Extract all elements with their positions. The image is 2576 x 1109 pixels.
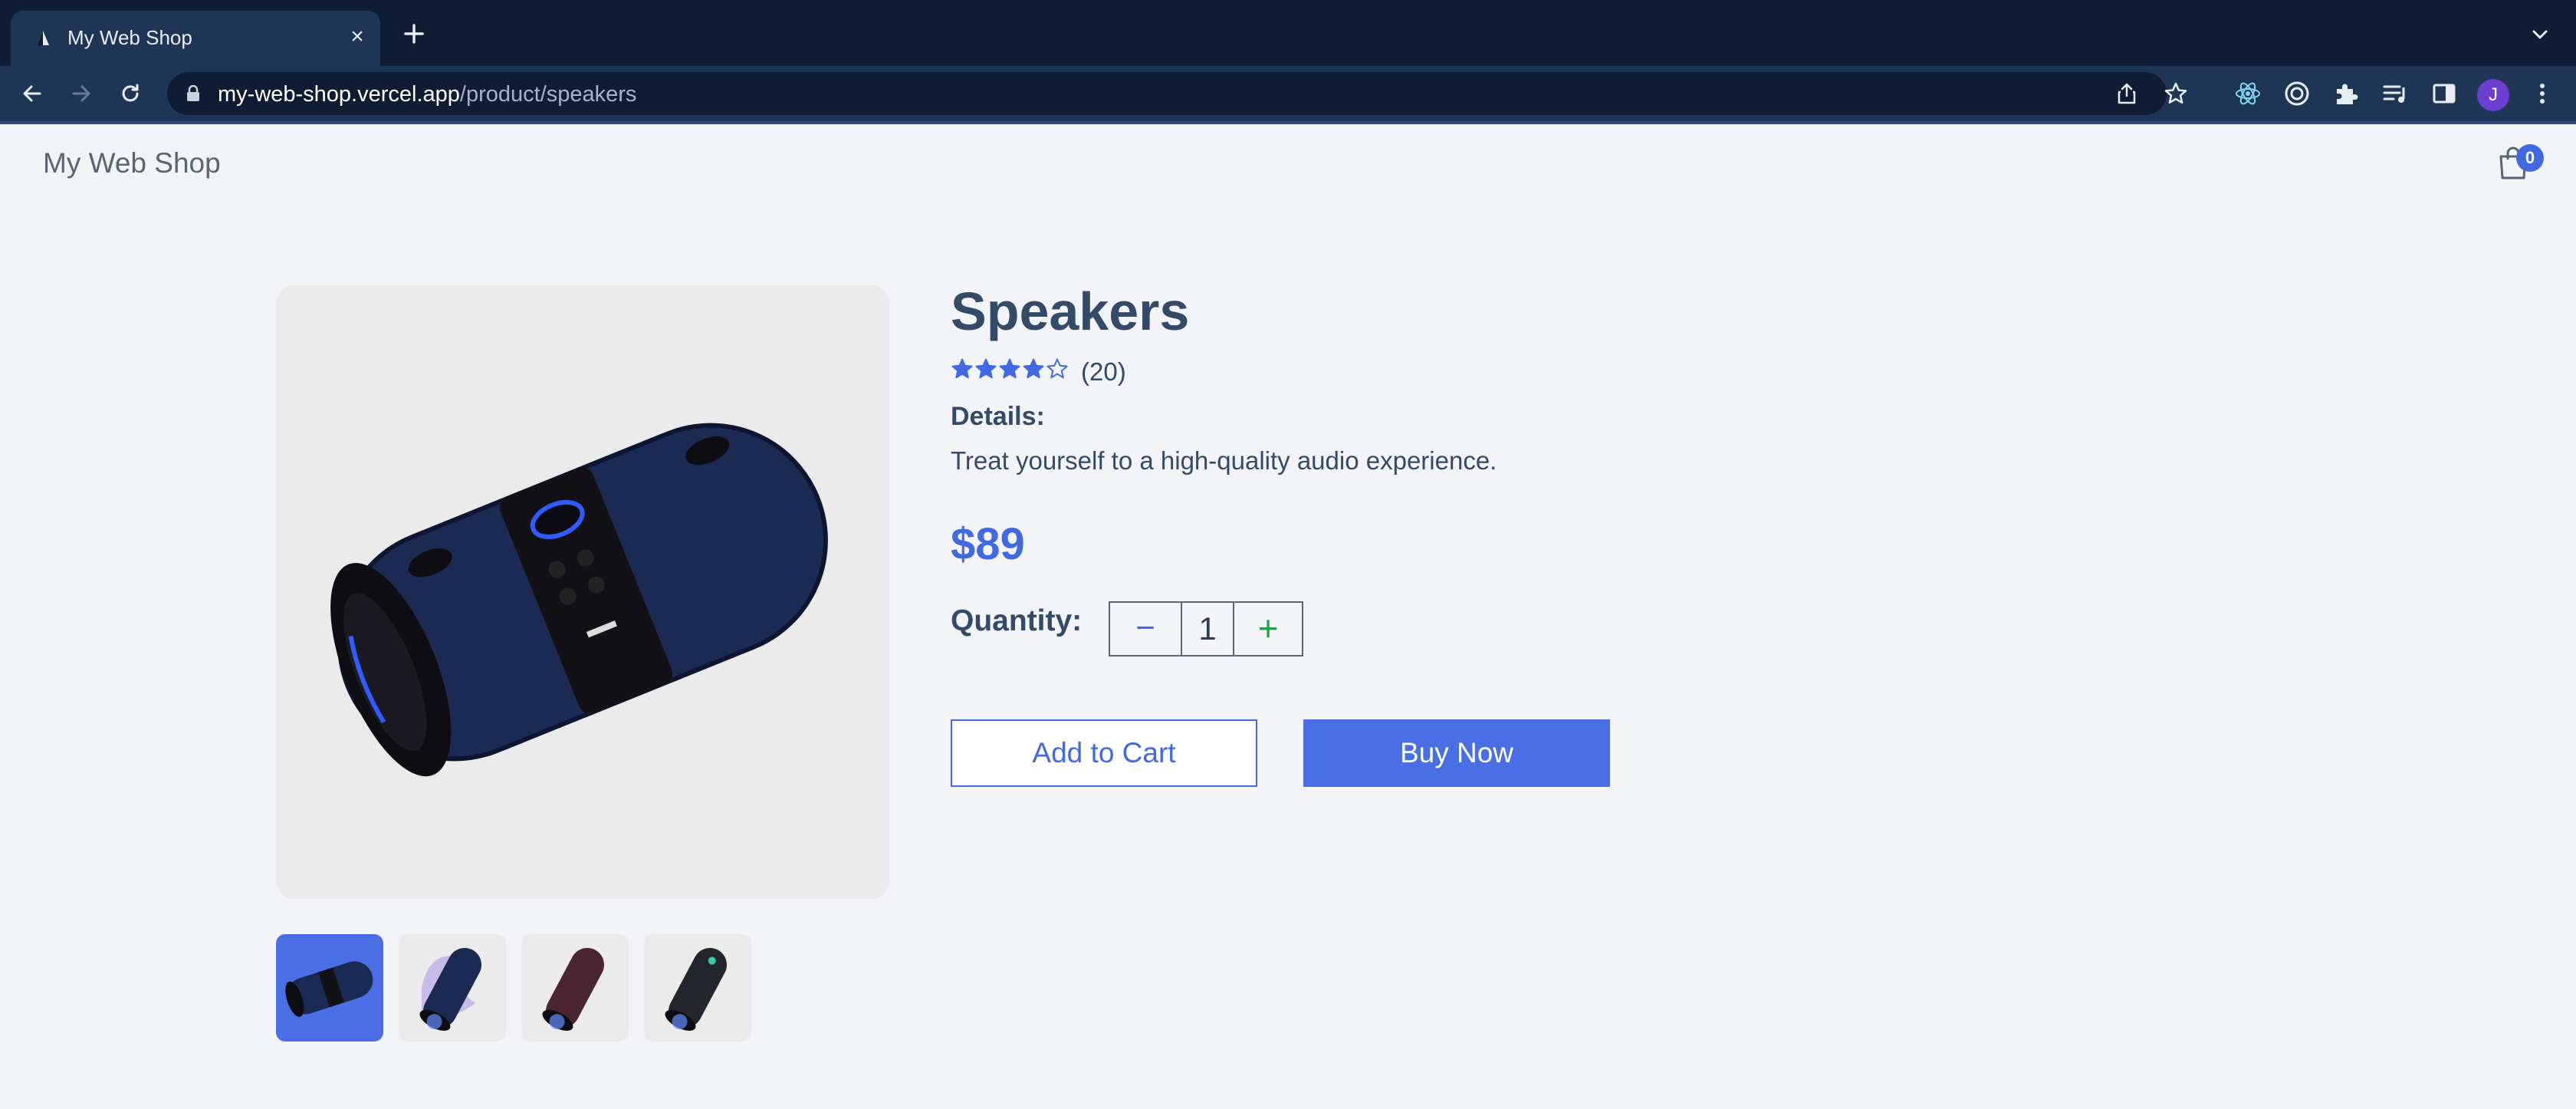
forward-arrow-icon[interactable] [67,80,95,107]
star-empty-icon [1046,358,1068,379]
share-icon[interactable] [2114,81,2139,106]
address-bar[interactable]: my-web-shop.vercel.app/product/speakers [167,72,2187,115]
reload-icon[interactable] [117,80,144,107]
url-path: /product/speakers [459,82,637,107]
rating-stars [951,357,1070,385]
product-description: Treat yourself to a high-quality audio e… [951,446,1497,475]
star-filled-icon [1023,358,1044,379]
bookmark-star-icon[interactable] [2164,81,2188,106]
back-arrow-icon[interactable] [18,80,46,107]
side-panel-icon[interactable] [2429,78,2459,109]
shop-logo-link[interactable]: My Web Shop [43,147,221,179]
thumbnail-3[interactable] [521,934,629,1042]
star-filled-icon [975,358,997,379]
speaker-thumbnail-image [285,961,373,1017]
decrease-quantity-button[interactable]: − [1110,603,1181,655]
react-devtools-icon[interactable] [2233,78,2263,109]
black-speaker-thumbnail-image [665,947,727,1031]
tab-title: My Web Shop [67,26,192,49]
increase-quantity-button[interactable]: + [1234,603,1302,655]
product-main-image [276,285,889,899]
extensions-puzzle-icon[interactable] [2331,78,2361,109]
details-label: Details: [951,402,1045,431]
cart-count-badge: 0 [2516,144,2544,172]
add-to-cart-button[interactable]: Add to Cart [951,719,1257,787]
product-price: $89 [951,519,1025,569]
url-text: my-web-shop.vercel.app/product/speakers [218,82,636,107]
speaker-illustration [330,423,828,777]
target-extension-icon[interactable] [2282,78,2312,109]
star-filled-icon [999,358,1020,379]
thumbnail-1[interactable] [276,934,383,1042]
shop-favicon-icon [37,31,49,45]
tab-close-icon[interactable]: × [345,25,370,49]
lock-icon [187,85,199,101]
chevron-down-icon[interactable] [2528,23,2551,46]
profile-avatar[interactable]: J [2477,79,2509,111]
quantity-label: Quantity: [951,604,1083,637]
red-speaker-thumbnail-image [542,947,604,1031]
star-filled-icon [951,358,973,379]
more-vertical-icon[interactable] [2527,78,2558,109]
thumbnail-2[interactable] [399,934,506,1042]
quantity-value: 1 [1181,603,1234,655]
product-title: Speakers [951,281,1190,341]
quantity-stepper: − 1 + [1109,601,1303,657]
browser-toolbar: my-web-shop.vercel.app/product/speakers … [0,66,2576,124]
new-tab-icon[interactable] [399,18,429,49]
speaker-splash-thumbnail-image [419,947,481,1031]
url-host: my-web-shop.vercel.app [218,82,460,107]
browser-tab-strip: My Web Shop × [0,0,2576,66]
media-queue-icon[interactable] [2380,78,2410,109]
buy-now-button[interactable]: Buy Now [1303,719,1610,787]
browser-tab[interactable]: My Web Shop × [11,11,380,66]
review-count: (20) [1081,357,1126,386]
thumbnail-4[interactable] [644,934,751,1042]
